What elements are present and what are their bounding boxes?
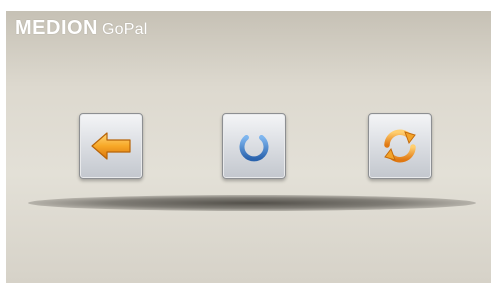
arrow-left-icon [91, 132, 131, 160]
brand-product: GoPal [102, 21, 148, 38]
power-icon [239, 129, 269, 162]
brand-logo: MEDION GoPal [15, 17, 147, 43]
floor-shadow [28, 195, 476, 211]
back-button[interactable] [79, 113, 143, 179]
refresh-icon [384, 129, 416, 163]
power-button[interactable] [222, 113, 286, 179]
refresh-button[interactable] [368, 113, 432, 179]
brand-name: MEDION [15, 17, 98, 39]
device-screen: MEDION GoPal [6, 11, 491, 283]
